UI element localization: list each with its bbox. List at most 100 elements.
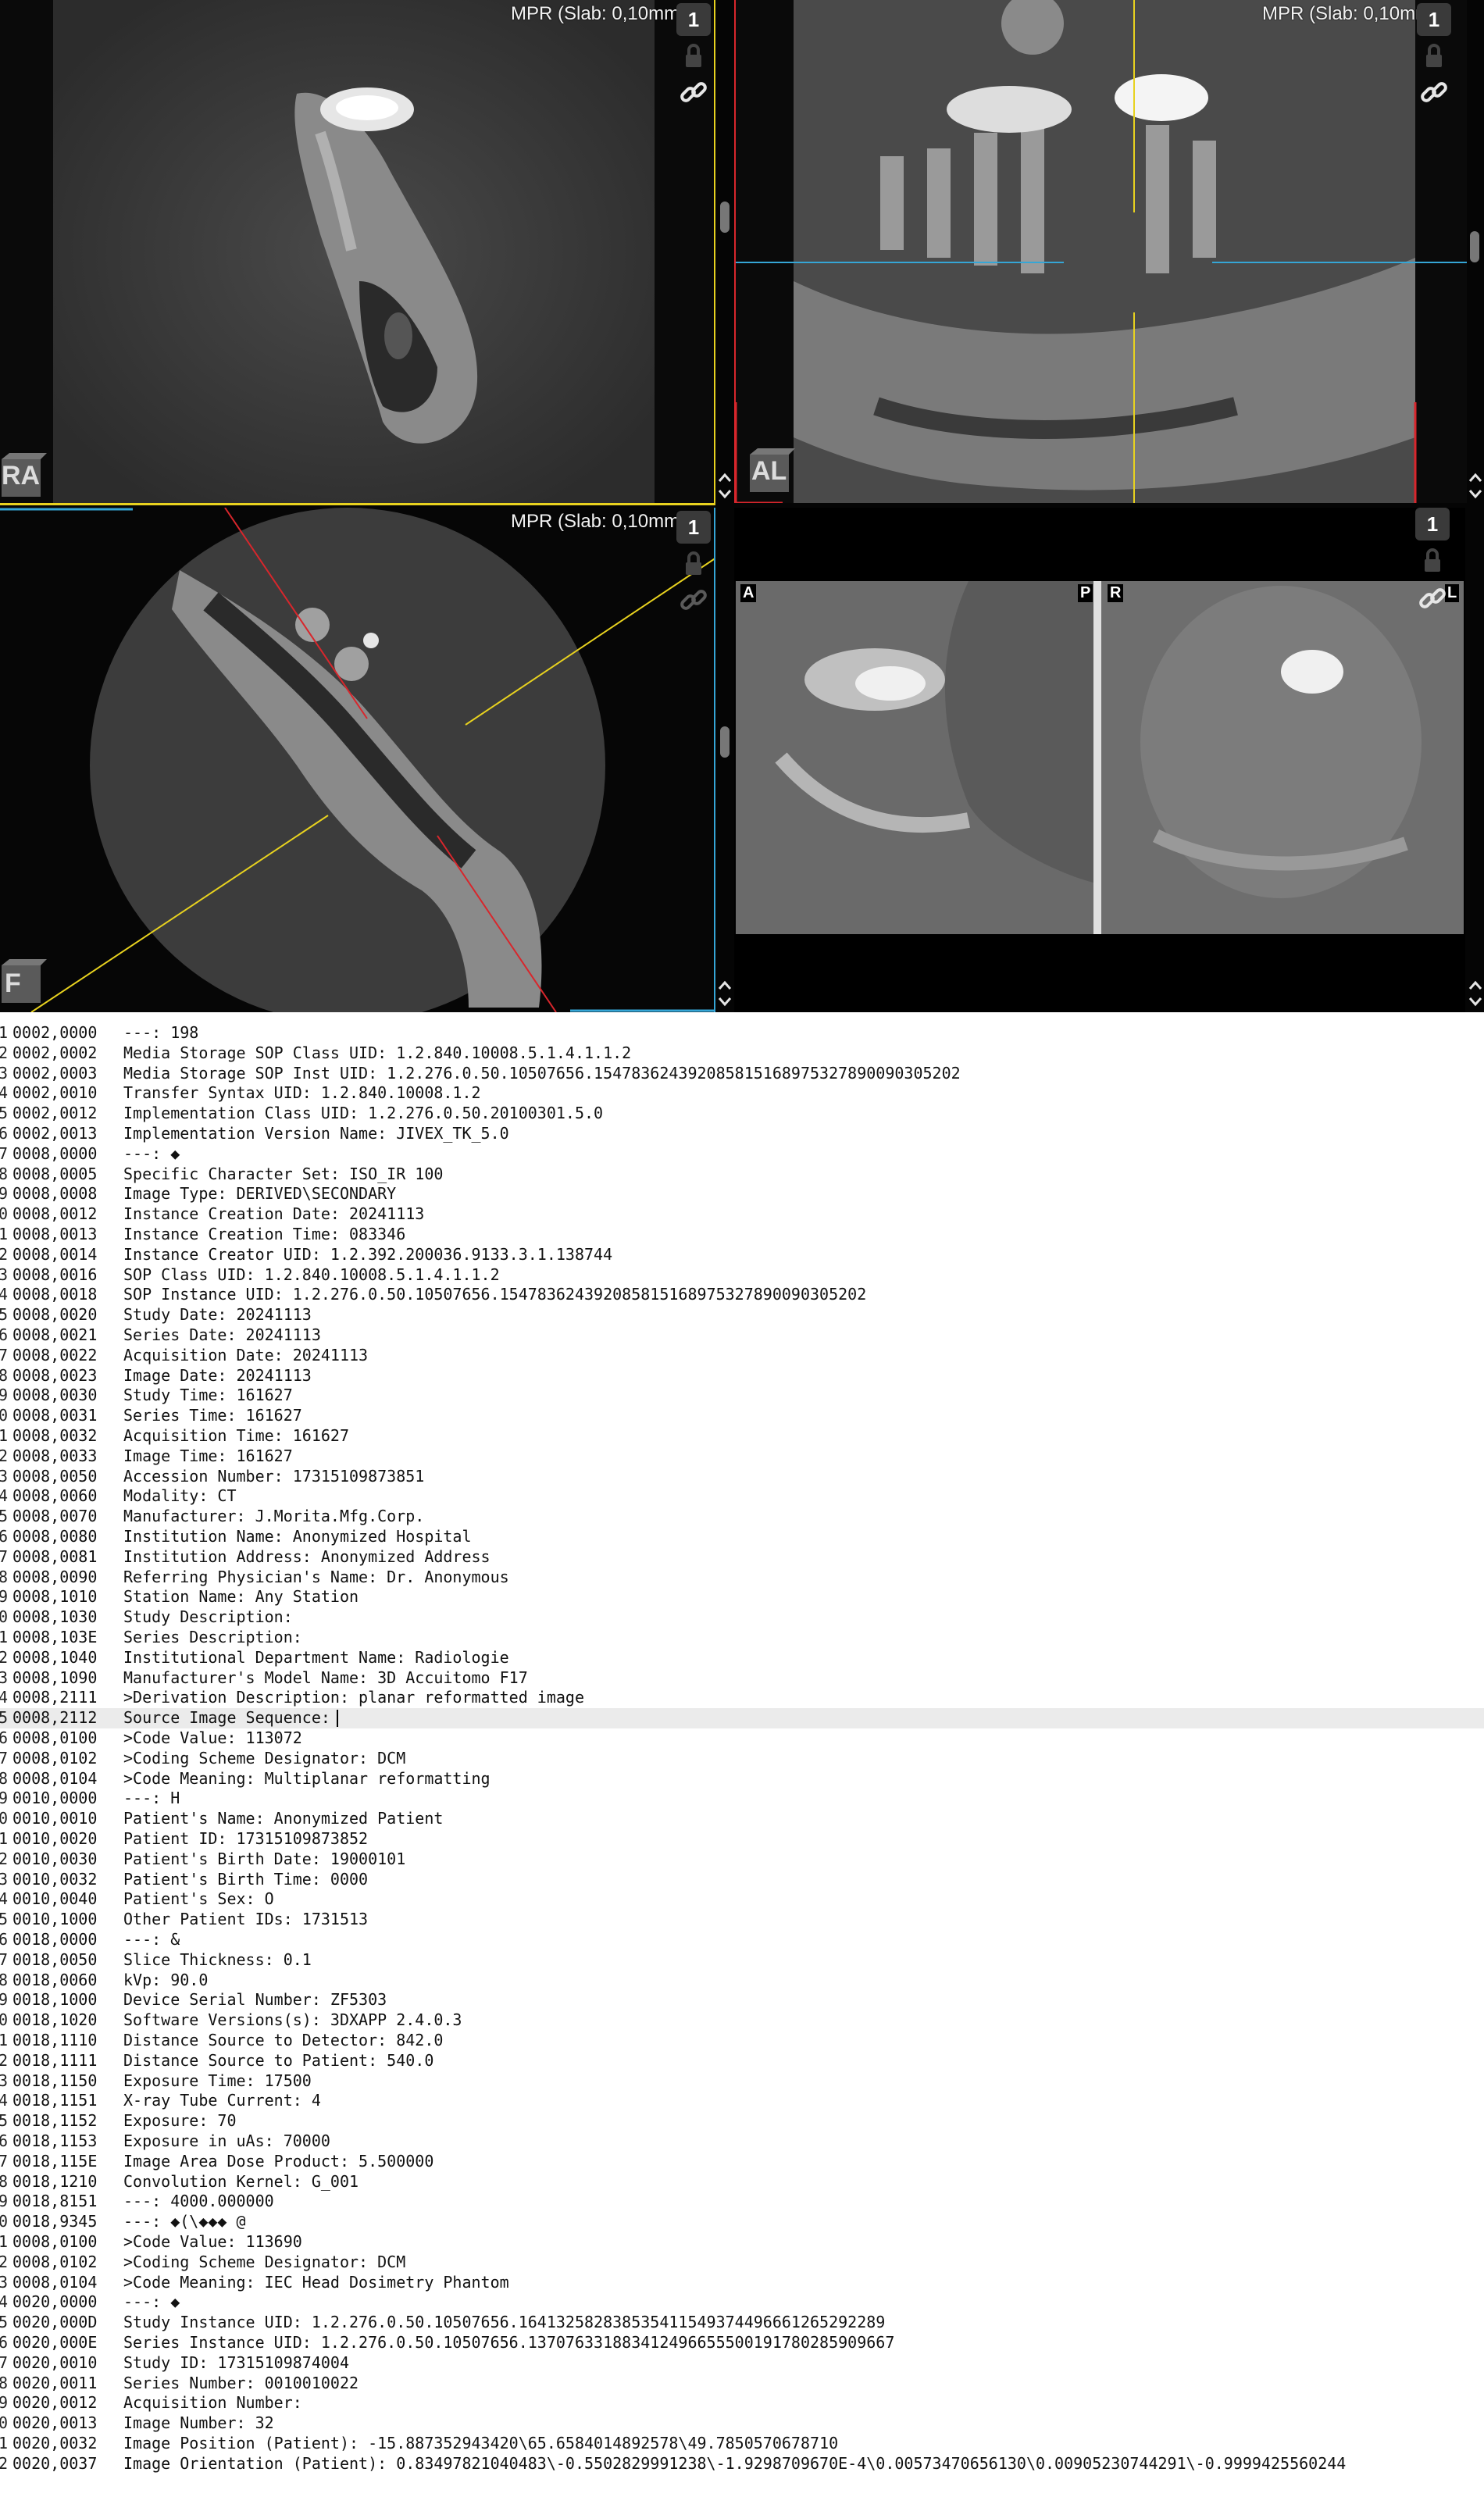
dicom-tag-line[interactable]: 6 0008,0021 Series Date: 20241113: [0, 1325, 1484, 1346]
dicom-tag-line[interactable]: 6 0008,0100 >Code Value: 113072: [0, 1728, 1484, 1749]
dicom-tag-line[interactable]: 6 0018,1153 Exposure in uAs: 70000: [0, 2131, 1484, 2152]
lock-icon[interactable]: [1417, 545, 1448, 576]
dicom-tag-line[interactable]: 0 0008,0012 Instance Creation Date: 202411…: [0, 1204, 1484, 1225]
dicom-tag-line[interactable]: 3 0002,0003 Media Storage SOP Inst UID: 1.…: [0, 1064, 1484, 1084]
orientation-cube-icon[interactable]: RA: [0, 451, 47, 498]
dicom-tag-line[interactable]: 5 0002,0012 Implementation Class UID: 1.2.…: [0, 1104, 1484, 1124]
dicom-tag-line[interactable]: 5 0020,000D Study Instance UID: 1.2.276.0.…: [0, 2313, 1484, 2333]
dicom-tag-line[interactable]: 9 0008,1010 Station Name: Any Station: [0, 1587, 1484, 1607]
viewport-scout[interactable]: A P R L 1: [734, 508, 1465, 1012]
dicom-tag-line[interactable]: 7 0008,0102 >Coding Scheme Designator: DCM: [0, 1749, 1484, 1769]
dicom-tag-line[interactable]: 9 0020,0012 Acquisition Number:: [0, 2393, 1484, 2413]
dicom-tag-line[interactable]: 8 0018,0060 kVp: 90.0: [0, 1971, 1484, 1991]
dicom-tag-line[interactable]: 7 0018,115E Image Area Dose Product: 5.500…: [0, 2152, 1484, 2172]
dicom-tag-line[interactable]: 8 0018,1210 Convolution Kernel: G_001: [0, 2172, 1484, 2192]
dicom-tag-line[interactable]: 8 0008,0090 Referring Physician's Name: Dr…: [0, 1568, 1484, 1588]
dicom-tag-line[interactable]: 3 0010,0032 Patient's Birth Time: 0000: [0, 1870, 1484, 1890]
dicom-tag-line[interactable]: 9 0008,0030 Study Time: 161627: [0, 1386, 1484, 1406]
dicom-tag-line[interactable]: 4 0008,0060 Modality: CT: [0, 1486, 1484, 1507]
scrollbar-thumb[interactable]: [720, 202, 730, 233]
dicom-tag-line[interactable]: 6 0008,0080 Institution Name: Anonymized H…: [0, 1527, 1484, 1547]
dicom-tag-line[interactable]: 1 0010,0020 Patient ID: 17315109873852: [0, 1829, 1484, 1850]
dicom-tag-line[interactable]: 2 0008,0102 >Coding Scheme Designator: DCM: [0, 2253, 1484, 2273]
dicom-tag-line[interactable]: 0 0008,1030 Study Description:: [0, 1607, 1484, 1628]
dicom-tag-line[interactable]: 0 0008,0031 Series Time: 161627: [0, 1406, 1484, 1426]
dicom-tag-line[interactable]: 9 0008,0008 Image Type: DERIVED\SECONDARY: [0, 1184, 1484, 1204]
scroll-up-down-icon[interactable]: [1467, 976, 1484, 1011]
dicom-tag-line[interactable]: 8 0008,0023 Image Date: 20241113: [0, 1366, 1484, 1386]
dicom-tag-line[interactable]: 2 0008,0014 Instance Creator UID: 1.2.392.…: [0, 1245, 1484, 1265]
dicom-tag-line[interactable]: 1 0002,0000 ---: 198: [0, 1023, 1484, 1043]
dicom-tag-line[interactable]: 2 0020,0037 Image Orientation (Patient): 0…: [0, 2454, 1484, 2474]
dicom-tag-line[interactable]: 2 0010,0030 Patient's Birth Date: 19000101: [0, 1850, 1484, 1870]
dicom-tag-line[interactable]: 9 0010,0000 ---: H: [0, 1789, 1484, 1809]
dicom-tag-line[interactable]: 5 0008,0020 Study Date: 20241113: [0, 1305, 1484, 1325]
dicom-tag-line[interactable]: 7 0018,0050 Slice Thickness: 0.1: [0, 1950, 1484, 1971]
dicom-tag-line[interactable]: 0 0010,0010 Patient's Name: Anonymized Pat…: [0, 1809, 1484, 1829]
viewport-number-badge[interactable]: 1: [1415, 508, 1450, 540]
dicom-tag-line[interactable]: 6 0002,0013 Implementation Version Name: J…: [0, 1124, 1484, 1144]
dicom-tag-line[interactable]: 3 0008,0016 SOP Class UID: 1.2.840.10008.5…: [0, 1265, 1484, 1286]
dicom-tag-line[interactable]: 1 0020,0032 Image Position (Patient): -15.…: [0, 2434, 1484, 2454]
dicom-tag: 0020,0010: [12, 2353, 98, 2372]
dicom-tag-line[interactable]: 7 0008,0000 ---: ◆: [0, 1144, 1484, 1165]
dicom-tag-line[interactable]: 2 0002,0002 Media Storage SOP Class UID: 1…: [0, 1043, 1484, 1064]
dicom-tag-line[interactable]: 3 0008,0050 Accession Number: 173151098738…: [0, 1467, 1484, 1487]
dicom-tag-line[interactable]: 9 0018,1000 Device Serial Number: ZF5303: [0, 1990, 1484, 2010]
dicom-tag-line[interactable]: 8 0008,0104 >Code Meaning: Multiplanar ref…: [0, 1769, 1484, 1789]
dicom-tag-line[interactable]: 5 0018,1152 Exposure: 70: [0, 2111, 1484, 2131]
dicom-tag-line[interactable]: 7 0008,0081 Institution Address: Anonymize…: [0, 1547, 1484, 1568]
dicom-tag-line[interactable]: 9 0018,8151 ---: 4000.000000: [0, 2192, 1484, 2212]
dicom-tag-line[interactable]: 4 0008,0018 SOP Instance UID: 1.2.276.0.50…: [0, 1285, 1484, 1305]
viewport-sagittal[interactable]: MPR (Slab: 0,10mm) 1 RA: [0, 0, 715, 505]
link-icon[interactable]: [678, 77, 709, 108]
dicom-tag-line[interactable]: 8 0020,0011 Series Number: 0010010022: [0, 2374, 1484, 2394]
link-icon[interactable]: [1417, 583, 1448, 614]
dicom-tag-line[interactable]: 4 0018,1151 X-ray Tube Current: 4: [0, 2091, 1484, 2111]
lock-icon[interactable]: [678, 548, 709, 580]
viewport-number-badge[interactable]: 1: [676, 511, 711, 544]
dicom-tag-line[interactable]: 0 0018,9345 ---: ◆(\◆◆◆ @: [0, 2212, 1484, 2232]
dicom-tag-line[interactable]: 4 0010,0040 Patient's Sex: O: [0, 1889, 1484, 1910]
viewport-number-badge[interactable]: 1: [676, 3, 711, 36]
scrollbar-thumb[interactable]: [1470, 231, 1479, 262]
scroll-up-down-icon[interactable]: [716, 469, 733, 503]
dicom-tag-line[interactable]: 4 0020,0000 ---: ◆: [0, 2292, 1484, 2313]
dicom-tag-line[interactable]: 6 0018,0000 ---: &: [0, 1930, 1484, 1950]
orientation-cube-icon[interactable]: AL: [748, 447, 795, 494]
dicom-tag-line[interactable]: 8 0008,0005 Specific Character Set: ISO_IR…: [0, 1165, 1484, 1185]
dicom-tag-line[interactable]: 1 0008,0013 Instance Creation Time: 083346: [0, 1225, 1484, 1245]
link-icon[interactable]: [1418, 77, 1450, 108]
viewport-coronal[interactable]: MPR (Slab: 0,10mm) 1 AL: [734, 0, 1467, 503]
dicom-tag-line[interactable]: 1 0018,1110 Distance Source to Detector: 8…: [0, 2031, 1484, 2051]
dicom-tag-line[interactable]: 4 0008,2111 >Derivation Description: plana…: [0, 1688, 1484, 1708]
dicom-tag-line[interactable]: 3 0018,1150 Exposure Time: 17500: [0, 2071, 1484, 2092]
lock-icon[interactable]: [678, 41, 709, 72]
scroll-up-down-icon[interactable]: [716, 976, 733, 1011]
dicom-tag-line[interactable]: 5 0008,2112 Source Image Sequence:: [0, 1708, 1484, 1728]
dicom-tag-line[interactable]: 4 0002,0010 Transfer Syntax UID: 1.2.840.1…: [0, 1083, 1484, 1104]
scroll-up-down-icon[interactable]: [1467, 469, 1484, 503]
lock-icon[interactable]: [1418, 41, 1450, 72]
dicom-tag-line[interactable]: 1 0008,103E Series Description:: [0, 1628, 1484, 1648]
dicom-tag-line[interactable]: 5 0010,1000 Other Patient IDs: 1731513: [0, 1910, 1484, 1930]
dicom-tag-line[interactable]: 0 0018,1020 Software Versions(s): 3DXAPP 2…: [0, 2010, 1484, 2031]
dicom-tag-line[interactable]: 2 0008,1040 Institutional Department Name:…: [0, 1648, 1484, 1668]
dicom-tag-line[interactable]: 1 0008,0100 >Code Value: 113690: [0, 2232, 1484, 2253]
dicom-tag-line[interactable]: 2 0018,1111 Distance Source to Patient: 54…: [0, 2051, 1484, 2071]
scrollbar-thumb[interactable]: [720, 726, 730, 758]
dicom-tag-line[interactable]: 7 0008,0022 Acquisition Date: 20241113: [0, 1346, 1484, 1366]
dicom-header-text[interactable]: 1 0002,0000 ---: 198 2 0002,0002 Media Storag…: [0, 1020, 1484, 2497]
viewport-axial[interactable]: MPR (Slab: 0,10mm) 1 F: [0, 508, 715, 1012]
dicom-tag-line[interactable]: 5 0008,0070 Manufacturer: J.Morita.Mfg.Cor…: [0, 1507, 1484, 1527]
dicom-tag-line[interactable]: 2 0008,0033 Image Time: 161627: [0, 1446, 1484, 1467]
dicom-tag-line[interactable]: 7 0020,0010 Study ID: 17315109874004: [0, 2353, 1484, 2374]
viewport-number-badge[interactable]: 1: [1417, 3, 1451, 36]
dicom-tag-line[interactable]: 0 0020,0013 Image Number: 32: [0, 2413, 1484, 2434]
orientation-cube-icon[interactable]: F: [0, 958, 47, 1004]
dicom-tag-line[interactable]: 3 0008,1090 Manufacturer's Model Name: 3D …: [0, 1668, 1484, 1689]
dicom-tag-line[interactable]: 1 0008,0032 Acquisition Time: 161627: [0, 1426, 1484, 1446]
dicom-tag-line[interactable]: 6 0020,000E Series Instance UID: 1.2.276.0…: [0, 2333, 1484, 2353]
dicom-tag-line[interactable]: 3 0008,0104 >Code Meaning: IEC Head Dosime…: [0, 2273, 1484, 2293]
link-icon[interactable]: [678, 584, 709, 615]
